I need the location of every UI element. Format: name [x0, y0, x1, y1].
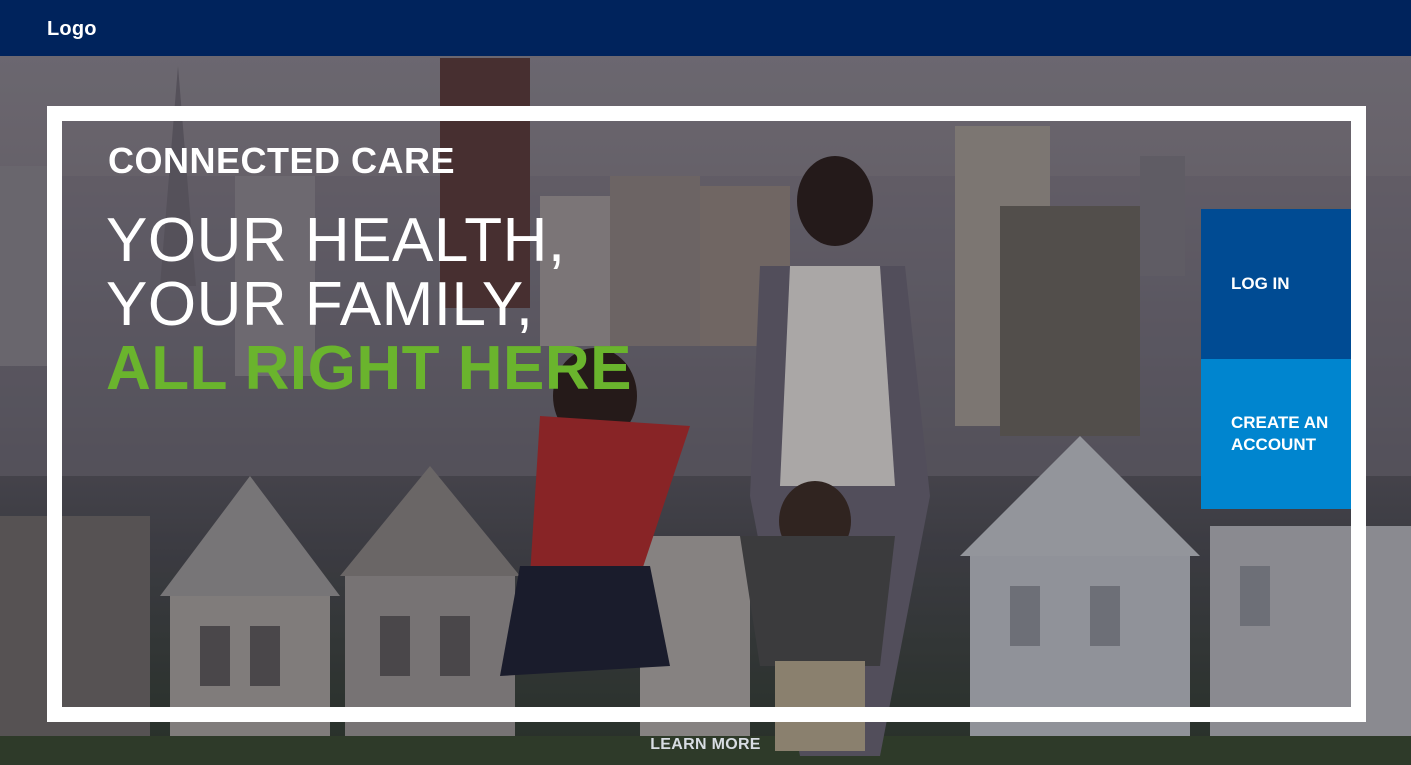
login-button-label: LOG IN: [1231, 274, 1290, 293]
top-navigation-bar: Logo: [0, 0, 1411, 56]
hero-white-frame: [47, 106, 1366, 722]
headline-accent-line: ALL RIGHT HERE: [106, 334, 632, 403]
hero-eyebrow: CONNECTED CARE: [108, 140, 456, 181]
login-button[interactable]: LOG IN: [1201, 209, 1351, 359]
headline-line-1: YOUR HEALTH,: [106, 206, 566, 275]
create-account-button[interactable]: CREATE AN ACCOUNT: [1201, 359, 1351, 509]
hero-headline: YOUR HEALTH, YOUR FAMILY, ALL RIGHT HERE: [106, 209, 632, 401]
headline-line-2: YOUR FAMILY,: [106, 270, 534, 339]
create-account-button-label: CREATE AN ACCOUNT: [1231, 413, 1329, 454]
logo[interactable]: Logo: [47, 18, 97, 41]
learn-more-link[interactable]: LEARN MORE: [0, 736, 1411, 754]
